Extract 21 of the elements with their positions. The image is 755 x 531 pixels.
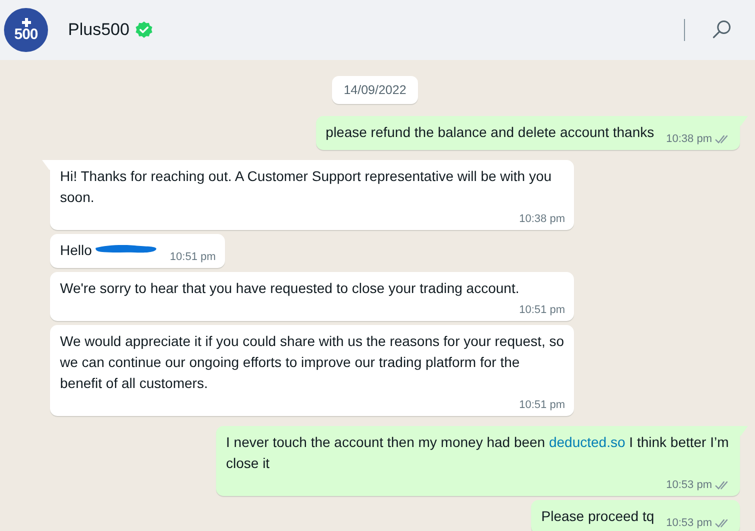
message-text: please refund the balance and delete account thanks [326, 123, 654, 142]
message-text: We would appreciate it if you could share with us the reasons for your request, so we can continue our ongoing efforts to improve our trading platform for the benefit of all customers. [60, 332, 565, 393]
message-text: Hello [60, 240, 158, 261]
message-time: 10:51 pm [519, 398, 565, 413]
message-time: 10:51 pm [170, 250, 216, 265]
date-chip: 14/09/2022 [332, 76, 418, 104]
avatar[interactable]: 500 [4, 8, 48, 52]
message-time: 10:51 pm [519, 303, 565, 318]
message-time: 10:38 pm [519, 212, 565, 227]
contact-name[interactable]: Plus500 [68, 20, 130, 40]
plus-icon [22, 18, 30, 27]
avatar-logo-text: 500 [14, 27, 38, 42]
message-time: 10:53 pm [666, 516, 712, 531]
message-link[interactable]: deducted.so [548, 434, 626, 450]
message-text: Hi! Thanks for reaching out. A Customer Support representative will be with you soon. [60, 167, 553, 207]
message-text: I never touch the account then my money had been deducted.so I think better I’m close it [226, 433, 730, 473]
message-time: 10:38 pm [666, 132, 712, 147]
search-icon[interactable] [711, 19, 733, 41]
message-time: 10:53 pm [666, 478, 712, 493]
message-text: We're sorry to hear that you have requested to close your trading account. [60, 279, 520, 298]
message-text: Please proceed tq [541, 507, 654, 526]
